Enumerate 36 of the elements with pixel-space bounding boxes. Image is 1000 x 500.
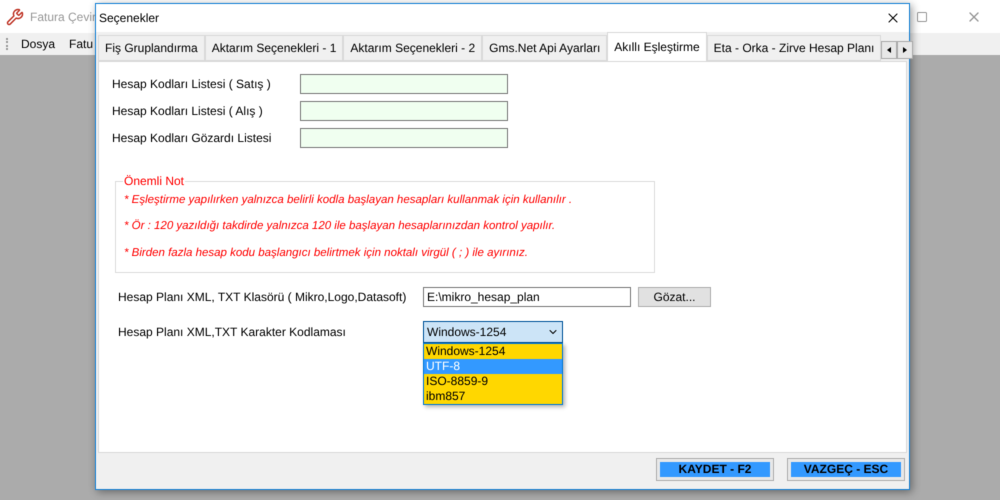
wrench-icon <box>6 8 24 26</box>
tab[interactable]: Aktarım Seçenekleri - 2 <box>343 35 482 61</box>
note-text: * Ör : 120 yazıldığı takdirde yalnızca 120 ile başlayan hesaplarınızdan kontrol yapılır. <box>124 218 556 234</box>
dialog-title: Seçenekler <box>99 10 160 27</box>
field-label: Hesap Planı XML,TXT Karakter Kodlaması <box>118 324 347 341</box>
input-field[interactable] <box>300 128 508 148</box>
tab[interactable]: Eta - Orka - Zirve Hesap Planı <box>706 35 882 61</box>
dialog-button[interactable]: VAZGEÇ - ESC <box>788 459 904 480</box>
maximize-icon[interactable] <box>916 10 928 22</box>
field-label: Hesap Kodları Gözardı Listesi <box>112 130 272 147</box>
note-text: * Birden fazla hesap kodu başlangıcı belirtmek için noktalı virgül ( ; ) ile ayırınız. <box>124 246 529 260</box>
tab[interactable]: Gms.Net Api Ayarları <box>482 35 608 61</box>
dropdown-option[interactable]: ISO-8859-9 <box>424 374 562 389</box>
app-title: Fatura Çevir <box>30 8 96 26</box>
menu-item[interactable]: Fatu <box>68 35 94 53</box>
menu-item[interactable]: Dosya <box>20 35 56 53</box>
dropdown-option[interactable]: ibm857 <box>424 388 562 404</box>
tab-scroll-right-button[interactable] <box>897 41 914 59</box>
note-title: Önemli Not <box>123 173 186 190</box>
input-field[interactable] <box>300 74 508 94</box>
dialog-button[interactable]: KAYDET - F2 <box>657 459 773 480</box>
browse-button[interactable]: Gözat... <box>638 286 711 307</box>
note-text: * Eşleştirme yapılırken yalnızca belirli kodla başlayan hesapları kullanmak için kullanılır . <box>124 193 574 208</box>
field-label: Hesap Kodları Listesi ( Alış ) <box>112 103 264 120</box>
encoding-dropdown[interactable]: Windows-1254 <box>423 320 563 343</box>
right-arrow-icon <box>903 47 908 53</box>
field-label: Hesap Planı XML, TXT Klasörü ( Mikro,Logo,Datasoft) <box>118 288 408 306</box>
field-label: Hesap Kodları Listesi ( Satış ) <box>112 76 272 93</box>
folder-field[interactable]: E:\mikro_hesap_plan <box>423 286 631 307</box>
tab-scroll-left-button[interactable] <box>881 41 898 59</box>
input-field[interactable] <box>300 101 508 121</box>
left-arrow-icon <box>887 47 892 53</box>
dropdown-option[interactable]: Windows-1254 <box>424 344 562 359</box>
tab[interactable]: Fiş Gruplandırma <box>98 35 205 61</box>
tab[interactable]: Aktarım Seçenekleri - 1 <box>204 35 344 61</box>
tab[interactable]: Akıllı Eşleştirme <box>607 32 707 61</box>
